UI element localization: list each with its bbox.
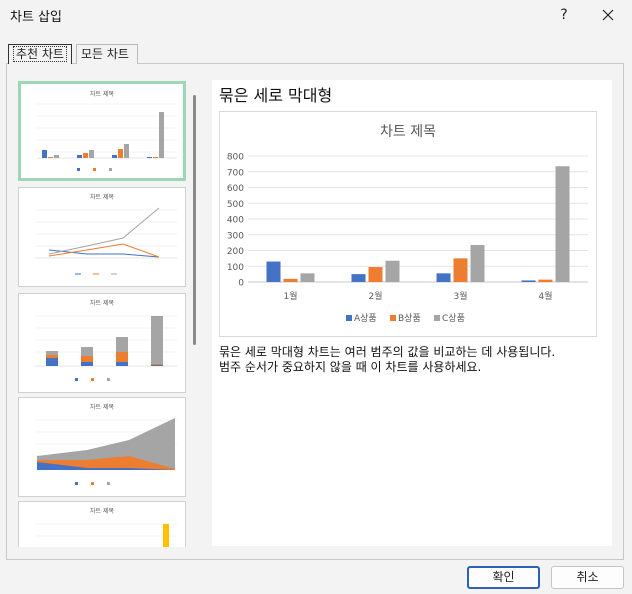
bar-B상품-3월 <box>453 258 468 282</box>
ok-button[interactable]: 확인 <box>467 566 540 589</box>
legend-entry: B상품 <box>398 313 421 324</box>
y-tick-label: 0 <box>238 279 244 289</box>
bar-A상품-3월 <box>436 273 451 282</box>
bar-B상품-4월 <box>538 279 553 282</box>
bar-A상품-1월 <box>266 261 281 282</box>
insert-chart-dialog: 차트 삽입 ? 추천 차트 모든 차트 차트 제목 차트 제목 차트 제목 차트… <box>0 0 632 594</box>
stacked-area-thumbnail-icon: 차트 제목 <box>35 403 177 485</box>
x-tick-label: 3월 <box>453 290 467 302</box>
bar-B상품-1월 <box>283 278 298 282</box>
y-tick-label: 100 <box>227 263 244 273</box>
y-tick-label: 800 <box>227 153 244 163</box>
x-tick-label: 4월 <box>538 290 552 302</box>
preview-chart: 차트 제목 0 100 200 300 400 500 600 700 800 1월 2월 3월 4월 A상… <box>219 111 597 337</box>
bar-C상품-3월 <box>470 244 485 282</box>
tab-all-label: 모든 차트 <box>81 47 129 61</box>
x-tick-label: 1월 <box>283 290 297 302</box>
thumbnail-column-partial[interactable]: 차트 제목 <box>18 501 186 547</box>
legend-swatch <box>390 315 396 321</box>
thumb-title: 차트 제목 <box>90 90 114 98</box>
thumb-title: 차트 제목 <box>90 193 114 201</box>
thumbnail-clustered-column[interactable]: 차트 제목 <box>18 81 186 181</box>
stacked-column-thumbnail-icon: 차트 제목 <box>35 299 177 381</box>
legend-entry: C상품 <box>442 313 465 324</box>
bar-B상품-2월 <box>368 267 383 282</box>
y-tick-label: 200 <box>227 247 244 257</box>
legend-entry: A상품 <box>354 313 377 324</box>
y-tick-label: 400 <box>227 216 244 226</box>
description-line-1: 묶은 세로 막대형 차트는 여러 범주의 값을 비교하는 데 사용됩니다. <box>219 345 556 359</box>
legend-swatch <box>346 315 352 321</box>
thumbnail-scrollbar[interactable] <box>193 95 196 345</box>
close-icon <box>602 9 614 21</box>
line-chart-thumbnail-icon: 차트 제목 <box>35 193 177 275</box>
thumbnail-stacked-area[interactable]: 차트 제목 <box>18 397 186 497</box>
clustered-column-chart: 차트 제목 0 100 200 300 400 500 600 700 800 1월 2월 3월 4월 A상… <box>227 124 588 324</box>
bar-A상품-4월 <box>521 280 536 282</box>
recommended-chart-list: 차트 제목 차트 제목 차트 제목 차트 제목 차트 제목 <box>12 77 206 547</box>
dialog-title: 차트 삽입 <box>10 10 62 25</box>
thumb-title: 차트 제목 <box>90 299 114 307</box>
clustered-column-thumbnail-icon: 차트 제목 <box>37 90 177 171</box>
column-chart-thumbnail-icon: 차트 제목 <box>35 507 177 547</box>
chart-title: 차트 제목 <box>380 124 436 140</box>
thumb-title: 차트 제목 <box>90 507 114 515</box>
thumbnail-line[interactable]: 차트 제목 <box>18 187 186 287</box>
help-button[interactable]: ? <box>552 3 576 27</box>
tab-recommended-label: 추천 차트 <box>13 46 67 62</box>
y-tick-label: 300 <box>227 231 244 241</box>
bar-C상품-1월 <box>300 273 315 282</box>
bar-C상품-2월 <box>385 260 400 282</box>
description-line-2: 범주 순서가 중요하지 않을 때 이 차트를 사용하세요. <box>219 360 482 374</box>
tab-recommended-charts[interactable]: 추천 차트 <box>8 44 72 64</box>
y-tick-label: 500 <box>227 200 244 210</box>
thumbnail-stacked-column[interactable]: 차트 제목 <box>18 293 186 393</box>
x-tick-label: 2월 <box>368 290 382 302</box>
preview-heading: 묶은 세로 막대형 <box>219 86 333 105</box>
tab-all-charts[interactable]: 모든 차트 <box>76 44 138 64</box>
preview-description: 묶은 세로 막대형 차트는 여러 범주의 값을 비교하는 데 사용됩니다. 범주… <box>219 345 609 375</box>
close-button[interactable] <box>596 3 620 27</box>
bar-A상품-2월 <box>351 274 366 282</box>
y-tick-label: 700 <box>227 168 244 178</box>
bar-C상품-4월 <box>555 166 570 282</box>
thumb-title: 차트 제목 <box>90 403 114 411</box>
title-bar: 차트 삽입 ? <box>0 0 632 30</box>
y-tick-label: 600 <box>227 184 244 194</box>
cancel-button[interactable]: 취소 <box>551 566 624 589</box>
legend-swatch <box>434 315 440 321</box>
